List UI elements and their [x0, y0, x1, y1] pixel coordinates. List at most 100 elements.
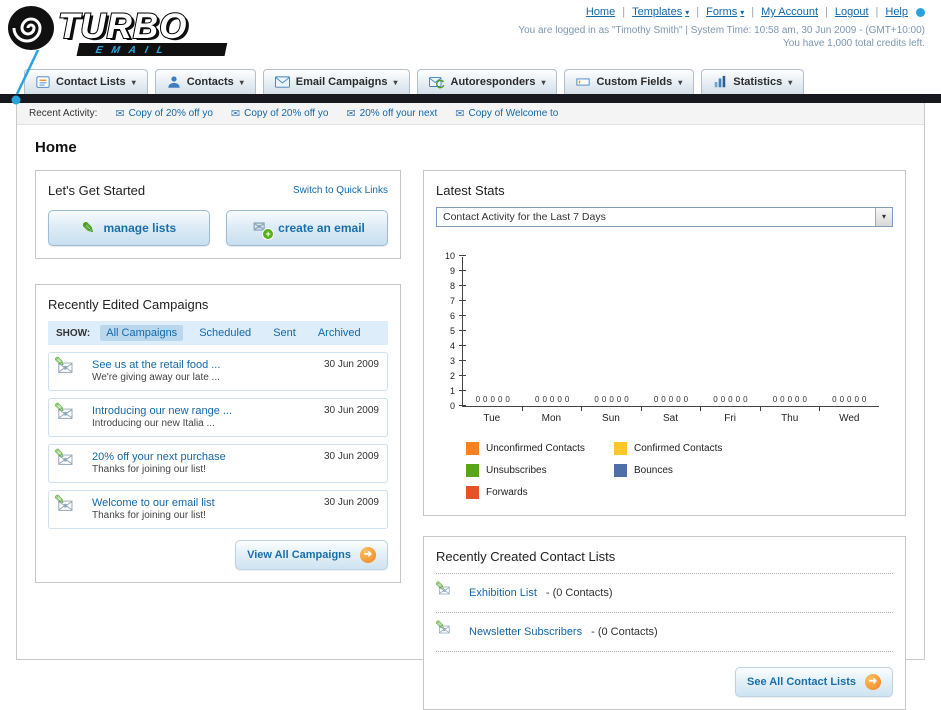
recent-activity-text: Copy of Welcome to	[468, 108, 559, 119]
y-axis-tick-mark	[459, 300, 466, 301]
bar-value-label: 0	[549, 395, 555, 404]
link-forms[interactable]: Forms ▾	[706, 6, 744, 18]
chart-bar-group: 00000	[641, 396, 700, 406]
campaign-subtitle: Introducing our new Italia ...	[92, 418, 215, 429]
envelope-plus-icon: ✉ +	[249, 220, 275, 240]
recent-contact-lists-panel: Recently Created Contact Lists ✉ ✎ Exhib…	[423, 536, 906, 710]
bar-value-label: 0	[743, 395, 748, 404]
y-axis-tick-mark	[459, 270, 466, 271]
nav-tab-contacts[interactable]: Contacts ▾	[154, 69, 256, 94]
link-logout[interactable]: Logout	[835, 6, 869, 18]
see-all-contact-lists-label: See All Contact Lists	[746, 676, 856, 688]
tab-archived[interactable]: Archived	[312, 325, 367, 341]
chart-bar-group: 00000	[760, 396, 819, 406]
chart-x-axis: Tue Mon Sun Sat Fri Thu Wed	[462, 407, 879, 424]
view-all-campaigns-button[interactable]: View All Campaigns ➜	[235, 540, 388, 570]
bar-value-label: 0	[720, 395, 726, 404]
campaign-title-link[interactable]: Introducing our new range ...	[92, 405, 315, 417]
credits-info: You have 1,000 total credits left.	[783, 38, 925, 49]
bar-value-label: 0	[854, 395, 859, 404]
chart-bar-group: 00000	[820, 396, 879, 406]
bar-value-label: 0	[557, 395, 562, 404]
bar-value-label: 0	[594, 395, 599, 404]
bar-value-label: 0	[564, 395, 570, 404]
tab-scheduled[interactable]: Scheduled	[193, 325, 257, 341]
view-all-campaigns-label: View All Campaigns	[247, 549, 351, 561]
bar-value-label: 0	[661, 395, 666, 404]
bar-value-label: 0	[735, 395, 741, 404]
campaign-edit-icon: ✉ ✎	[54, 446, 74, 472]
nav-tab-label: Autoresponders	[450, 76, 536, 88]
bar-value-label: 0	[795, 395, 800, 404]
recent-activity-item[interactable]: ✉ Copy of 20% off yo	[231, 107, 329, 120]
switch-quick-links-link[interactable]: Switch to Quick Links	[293, 185, 388, 196]
logo-subtext: EMAIL	[95, 45, 173, 56]
arrow-right-icon: ➜	[360, 547, 376, 563]
chart-bar-group: 00000	[582, 396, 641, 406]
recent-activity-item[interactable]: ✉ 20% off your next	[346, 107, 437, 120]
campaign-title-link[interactable]: 20% off your next purchase	[92, 451, 315, 463]
chevron-down-icon: ▾	[788, 77, 793, 87]
see-all-contact-lists-button[interactable]: See All Contact Lists ➜	[734, 667, 893, 697]
nav-tab-autoresponders[interactable]: Autoresponders ▾	[416, 69, 558, 94]
y-axis-tick-mark	[459, 315, 466, 316]
bar-value-label: 0	[490, 395, 495, 404]
page-title: Home	[35, 139, 77, 156]
campaign-row: ✉ ✎ Introducing our new range ... Introd…	[48, 398, 388, 437]
show-label: SHOW:	[56, 327, 91, 339]
autoresponders-icon	[428, 76, 444, 88]
get-started-panel: Let's Get Started Switch to Quick Links …	[35, 170, 401, 259]
legend-label: Confirmed Contacts	[634, 443, 723, 454]
legend-label: Unconfirmed Contacts	[486, 443, 585, 454]
nav-tab-custom-fields[interactable]: Custom Fields ▾	[564, 69, 695, 94]
get-started-title: Let's Get Started	[48, 183, 146, 198]
y-axis-tick-label: 4	[449, 341, 455, 351]
email-campaigns-icon	[274, 76, 290, 88]
y-axis-tick-mark	[459, 375, 466, 376]
link-home[interactable]: Home	[586, 6, 615, 18]
y-axis-tick-mark	[459, 345, 466, 346]
x-axis-tick-label: Wed	[819, 407, 879, 424]
x-axis-tick-label: Sat	[640, 407, 701, 424]
contact-list-link[interactable]: Exhibition List	[469, 587, 537, 599]
legend-swatch	[466, 464, 479, 477]
recent-contact-lists-title: Recently Created Contact Lists	[436, 549, 616, 564]
nav-tab-email-campaigns[interactable]: Email Campaigns ▾	[262, 69, 410, 94]
chevron-down-icon: ▾	[239, 77, 244, 87]
legend-label: Forwards	[486, 487, 528, 498]
recent-activity-item[interactable]: ✉ Copy of 20% off yo	[115, 107, 213, 120]
contact-list-link[interactable]: Newsletter Subscribers	[469, 626, 582, 638]
recent-campaigns-title: Recently Edited Campaigns	[48, 297, 209, 312]
y-axis-tick-label: 6	[449, 311, 455, 321]
chevron-down-icon: ▾	[875, 208, 892, 226]
tab-sent[interactable]: Sent	[267, 325, 302, 341]
legend-item: Unconfirmed Contacts	[466, 442, 614, 455]
y-axis-tick-mark	[459, 360, 466, 361]
recent-activity-item[interactable]: ✉ Copy of Welcome to	[455, 107, 558, 120]
stats-period-select[interactable]: Contact Activity for the Last 7 Days ▾	[436, 207, 893, 227]
campaign-date: 30 Jun 2009	[323, 497, 379, 508]
manage-lists-button[interactable]: ✎ manage lists	[48, 210, 210, 246]
campaign-date: 30 Jun 2009	[323, 451, 379, 462]
create-email-button[interactable]: ✉ + create an email	[226, 210, 388, 246]
chart-legend: Unconfirmed Contacts Confirmed Contacts Un…	[466, 442, 893, 499]
contacts-icon	[168, 76, 180, 88]
campaign-title-link[interactable]: Welcome to our email list	[92, 497, 315, 509]
chevron-down-icon: ▾	[131, 77, 136, 87]
statistics-icon	[715, 75, 726, 88]
nav-tab-statistics[interactable]: Statistics ▾	[701, 69, 805, 94]
tab-all-campaigns[interactable]: All Campaigns	[100, 325, 184, 341]
separator: |	[825, 6, 828, 18]
contact-list-count: - (0 Contacts)	[545, 587, 613, 599]
nav-tab-label: Email Campaigns	[295, 76, 388, 88]
contact-list-count: - (0 Contacts)	[591, 626, 658, 638]
nav-tab-label: Contact Lists	[56, 76, 126, 88]
link-my-account[interactable]: My Account	[761, 6, 818, 18]
y-axis-tick-label: 0	[449, 401, 455, 411]
latest-stats-title: Latest Stats	[436, 183, 505, 198]
link-help[interactable]: Help	[885, 6, 908, 18]
link-templates[interactable]: Templates ▾	[632, 6, 689, 18]
legend-label: Unsubscribes	[486, 465, 547, 476]
campaign-title-link[interactable]: See us at the retail food ...	[92, 359, 315, 371]
campaign-date: 30 Jun 2009	[323, 405, 379, 416]
